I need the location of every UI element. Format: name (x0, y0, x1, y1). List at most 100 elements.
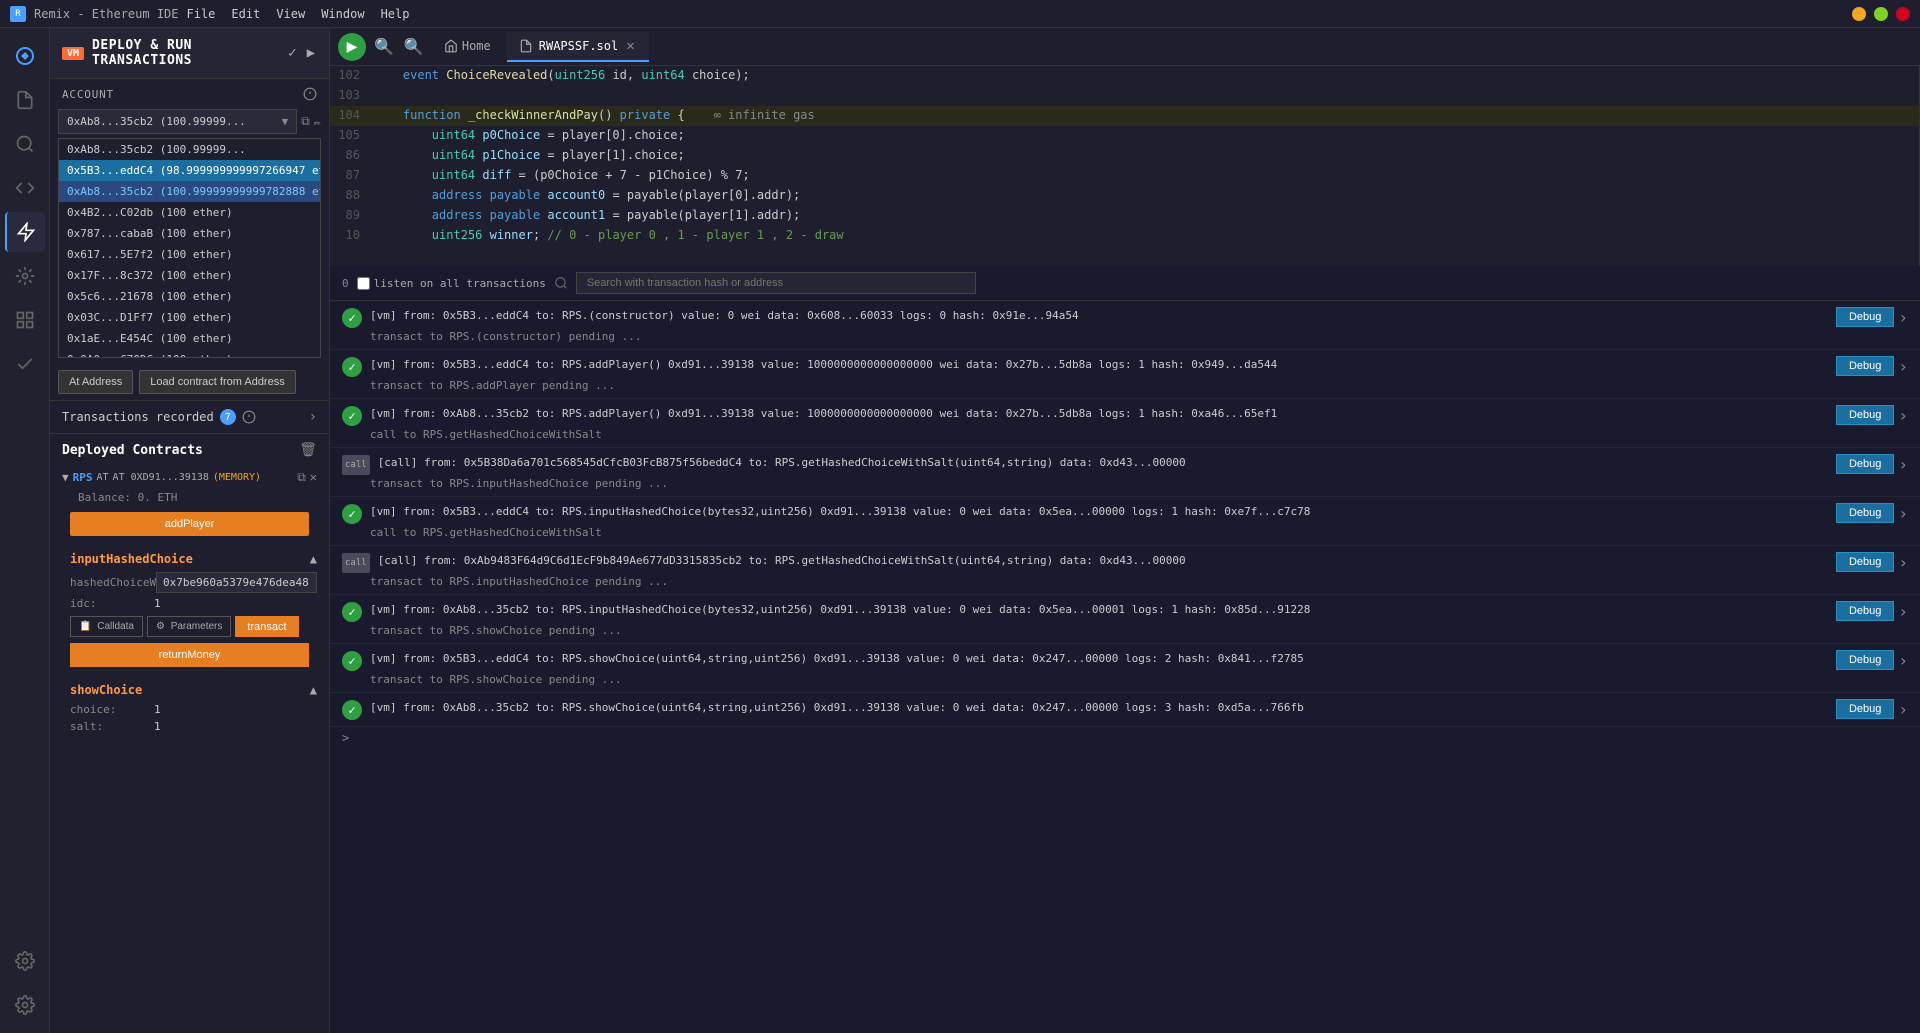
sidebar-item-search[interactable] (5, 124, 45, 164)
load-contract-button[interactable]: Load contract from Address (139, 370, 296, 394)
debug-button[interactable]: Debug (1836, 405, 1894, 425)
choice-value: 1 (154, 703, 161, 716)
deployed-contracts-header: Deployed Contracts 🗑 (62, 442, 317, 458)
listen-label: listen on all transactions (374, 277, 546, 290)
account-item-2[interactable]: 0xAb8...35cb2 (100.99999999999782888 eth… (59, 181, 320, 202)
run-button[interactable]: ▶ (338, 33, 366, 61)
salt-value: 1 (154, 720, 161, 733)
expand-icon[interactable]: › (1898, 602, 1908, 621)
expand-icon[interactable]: › (1898, 553, 1908, 572)
account-item-1[interactable]: 0x5B3...eddC4 (98.999999999997266947 eth… (59, 160, 320, 181)
menu-file[interactable]: File (187, 7, 216, 21)
debug-button[interactable]: Debug (1836, 650, 1894, 670)
debug-button[interactable]: Debug (1836, 699, 1894, 719)
account-item-5[interactable]: 0x617...5E7f2 (100 ether) (59, 244, 320, 265)
tab-close-icon[interactable]: ✕ (624, 38, 636, 54)
account-item-0[interactable]: 0xAb8...35cb2 (100.99999... (59, 139, 320, 160)
menu-window[interactable]: Window (321, 7, 364, 21)
contract-copy-icon[interactable]: ⧉ (297, 470, 306, 485)
sidebar-item-plugins[interactable] (5, 300, 45, 340)
contract-close-icon[interactable]: ✕ (310, 470, 317, 485)
sidebar-item-deploy[interactable] (5, 212, 45, 252)
listen-checkbox-input[interactable] (357, 277, 370, 290)
show-choice-label: showChoice (70, 683, 142, 697)
input-hashed-choice-chevron[interactable]: ▲ (310, 552, 317, 566)
sidebar-item-remix[interactable] (5, 36, 45, 76)
app-icon: R (10, 6, 26, 22)
transact-button[interactable]: transact (235, 616, 298, 637)
account-item-4[interactable]: 0x787...cabaB (100 ether) (59, 223, 320, 244)
terminal-search-input[interactable] (576, 272, 976, 294)
tx-text: [vm] from: 0xAb8...35cb2 to: RPS.addPlay… (370, 405, 1828, 423)
account-item-6[interactable]: 0x17F...8c372 (100 ether) (59, 265, 320, 286)
maximize-button[interactable]: □ (1874, 7, 1888, 21)
listen-checkbox[interactable]: listen on all transactions (357, 277, 546, 290)
sidebar-item-debug[interactable] (5, 256, 45, 296)
code-editor[interactable]: 102 event ChoiceRevealed(uint256 id, uin… (330, 66, 1920, 266)
expand-icon[interactable]: › (1898, 357, 1908, 376)
sidebar-item-check[interactable] (5, 344, 45, 384)
add-player-button[interactable]: addPlayer (70, 512, 309, 536)
window-controls[interactable]: — □ ✕ (1852, 7, 1910, 21)
deploy-play-icon[interactable]: ▶ (305, 43, 317, 63)
at-address-button[interactable]: At Address (58, 370, 133, 394)
tab-file-label: RWAPSSF.sol (539, 39, 618, 53)
expand-icon[interactable]: › (1898, 406, 1908, 425)
debug-button[interactable]: Debug (1836, 307, 1894, 327)
tab-file[interactable]: RWAPSSF.sol ✕ (507, 32, 649, 62)
expand-icon[interactable]: › (1898, 455, 1908, 474)
zoom-out-button[interactable]: 🔍 (370, 35, 398, 59)
close-button[interactable]: ✕ (1896, 7, 1910, 21)
return-money-button[interactable]: returnMoney (70, 643, 309, 667)
account-edit-icon[interactable]: ✏ (314, 115, 321, 129)
account-dropdown-list[interactable]: 0xAb8...35cb2 (100.99999... 0x5B3...eddC… (58, 138, 321, 358)
debug-button[interactable]: Debug (1836, 601, 1894, 621)
deploy-header-left: VM DEPLOY & RUN TRANSACTIONS (62, 38, 286, 68)
salt-param-row: salt: 1 (70, 718, 317, 735)
expand-icon[interactable]: › (1898, 504, 1908, 523)
code-line-104: 104 function _checkWinnerAndPay() privat… (330, 106, 1919, 126)
tx-row: call [call] from: 0x5B38Da6a701c568545dC… (342, 454, 1908, 475)
tx-actions: Debug › (1836, 650, 1908, 670)
expand-icon[interactable]: › (1898, 308, 1908, 327)
expand-icon[interactable]: › (1898, 700, 1908, 719)
account-item-3[interactable]: 0x4B2...C02db (100 ether) (59, 202, 320, 223)
account-copy-icon[interactable]: ⧉ (301, 114, 310, 129)
menu-edit[interactable]: Edit (231, 7, 260, 21)
tab-home[interactable]: Home (432, 33, 503, 61)
account-item-9[interactable]: 0x1aE...E454C (100 ether) (59, 328, 320, 349)
show-choice-chevron[interactable]: ▲ (310, 683, 317, 697)
calldata-button[interactable]: 📋 Calldata (70, 616, 143, 637)
debug-button[interactable]: Debug (1836, 356, 1894, 376)
tx-actions: Debug › (1836, 601, 1908, 621)
account-item-7[interactable]: 0x5c6...21678 (100 ether) (59, 286, 320, 307)
menu-bar[interactable]: File Edit View Window Help (187, 7, 410, 21)
contract-chevron-icon[interactable]: ▼ (62, 471, 69, 484)
minimize-button[interactable]: — (1852, 7, 1866, 21)
sidebar-item-files[interactable] (5, 80, 45, 120)
sidebar-item-compile[interactable] (5, 168, 45, 208)
account-item-8[interactable]: 0x03C...D1Ff7 (100 ether) (59, 307, 320, 328)
deployed-contracts-trash-icon[interactable]: 🗑 (299, 442, 317, 458)
line-content: address payable account0 = payable(playe… (370, 186, 1919, 206)
tab-bar: ▶ 🔍 🔍 Home RWAPSSF.sol ✕ (330, 28, 1920, 66)
transactions-recorded-left: Transactions recorded 7 (62, 409, 256, 425)
transactions-expand-icon[interactable]: › (309, 409, 317, 425)
terminal-toolbar: 0 listen on all transactions (330, 266, 1920, 301)
account-selected-display[interactable]: 0xAb8...35cb2 (100.99999... ▼ (58, 109, 297, 134)
menu-help[interactable]: Help (381, 7, 410, 21)
debug-button[interactable]: Debug (1836, 454, 1894, 474)
account-item-10[interactable]: 0x0A0...C70DC (100 ether) (59, 349, 320, 358)
sidebar-item-settings2[interactable] (5, 985, 45, 1025)
sidebar-item-settings[interactable] (5, 941, 45, 981)
debug-button[interactable]: Debug (1836, 552, 1894, 572)
deploy-check-icon[interactable]: ✓ (286, 43, 298, 63)
hashed-choice-with-salt-input[interactable] (156, 572, 317, 593)
zoom-in-button[interactable]: 🔍 (400, 35, 428, 59)
tx-success-icon: ✓ (342, 357, 362, 377)
expand-icon[interactable]: › (1898, 651, 1908, 670)
debug-button[interactable]: Debug (1836, 503, 1894, 523)
line-number: 104 (330, 106, 370, 126)
parameters-button[interactable]: ⚙ Parameters (147, 616, 231, 637)
menu-view[interactable]: View (276, 7, 305, 21)
